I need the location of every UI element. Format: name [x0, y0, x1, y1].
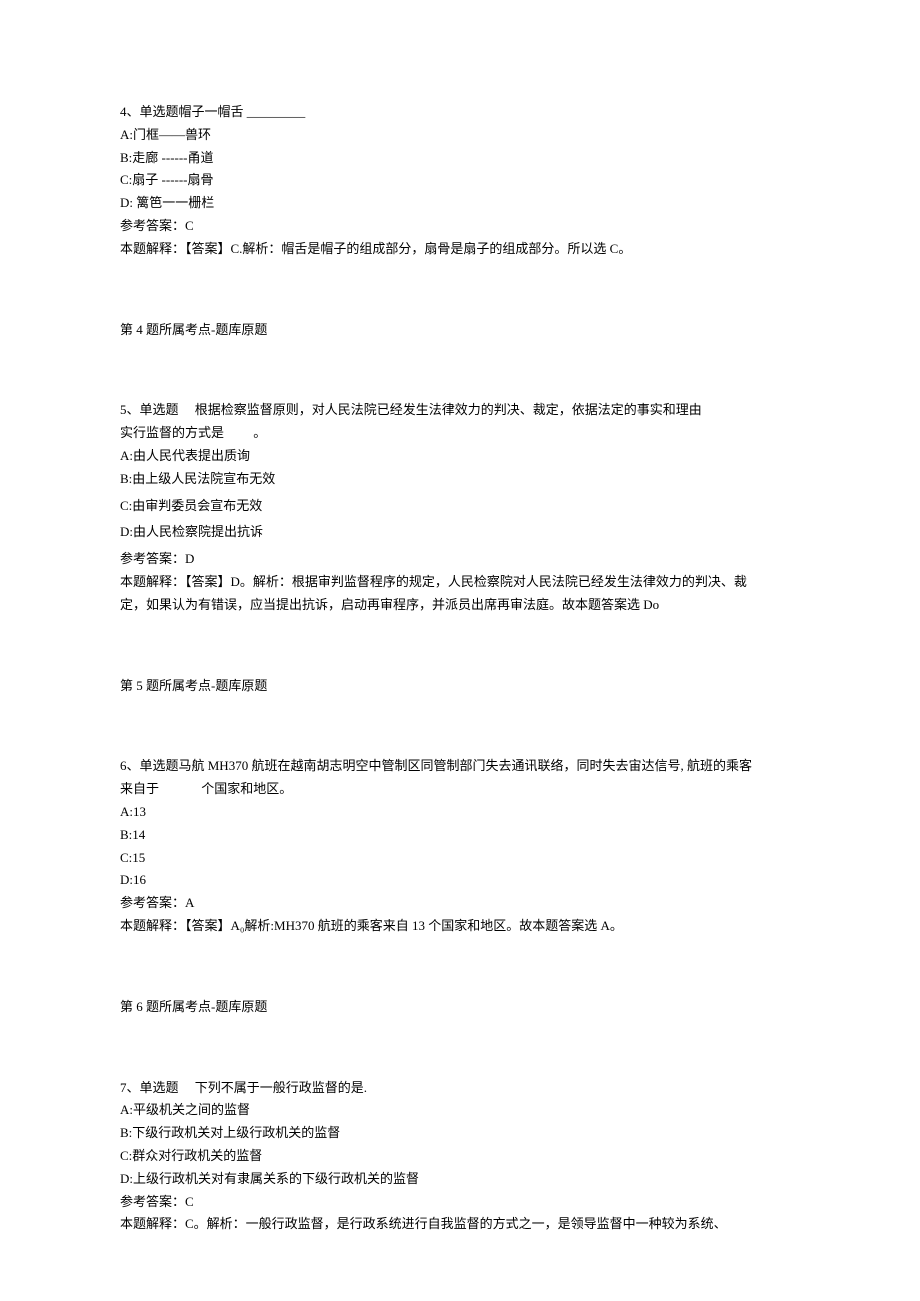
- q6-source-block: 第 6 题所属考点-题库原题: [120, 997, 800, 1018]
- q7-ref-answer: 参考答案：C: [120, 1192, 800, 1213]
- q4-explanation: 本题解释：【答案】C.解析：帽舌是帽子的组成部分，扇骨是扇子的组成部分。所以选 …: [120, 239, 800, 260]
- q6-option-a: A:13: [120, 802, 800, 823]
- q6-stem-line1: 6、单选题马航 MH370 航班在越南胡志明空中管制区同管制部门失去通讯联络，同…: [120, 756, 800, 777]
- q4-source: 第 4 题所属考点-题库原题: [120, 320, 800, 341]
- q7-explanation: 本题解释：C。解析：一般行政监督，是行政系统进行自我监督的方式之一，是领导监督中…: [120, 1214, 800, 1235]
- q5-source: 第 5 题所属考点-题库原题: [120, 676, 800, 697]
- q6-stem-line2: 来自于 个国家和地区。: [120, 779, 800, 800]
- q5-stem-line2: 实行监督的方式是 。: [120, 423, 800, 444]
- q5-option-b: B:由上级人民法院宣布无效: [120, 469, 800, 490]
- q4-source-block: 第 4 题所属考点-题库原题: [120, 320, 800, 341]
- q5-explanation-line1: 本题解释：【答案】D。解析：根据审判监督程序的规定，人民检察院对人民法院已经发生…: [120, 572, 800, 593]
- question-7: 7、单选题 下列不属于一般行政监督的是. A:平级机关之间的监督 B:下级行政机…: [120, 1078, 800, 1236]
- q4-option-d: D: 篱笆一一栅栏: [120, 193, 800, 214]
- q7-option-c: C:群众对行政机关的监督: [120, 1146, 800, 1167]
- q5-option-c: C:由审判委员会宣布无效: [120, 496, 800, 517]
- q4-ref-answer: 参考答案：C: [120, 216, 800, 237]
- q5-stem-line1: 5、单选题 根据检察监督原则，对人民法院已经发生法律效力的判决、裁定，依据法定的…: [120, 400, 800, 421]
- q7-option-b: B:下级行政机关对上级行政机关的监督: [120, 1123, 800, 1144]
- q6-option-b: B:14: [120, 825, 800, 846]
- q6-option-d: D:16: [120, 870, 800, 891]
- q5-option-a: A:由人民代表提出质询: [120, 446, 800, 467]
- q6-source: 第 6 题所属考点-题库原题: [120, 997, 800, 1018]
- question-6: 6、单选题马航 MH370 航班在越南胡志明空中管制区同管制部门失去通讯联络，同…: [120, 756, 800, 936]
- q6-ref-answer: 参考答案：A: [120, 893, 800, 914]
- q7-option-d: D:上级行政机关对有隶属关系的下级行政机关的监督: [120, 1169, 800, 1190]
- q5-source-block: 第 5 题所属考点-题库原题: [120, 676, 800, 697]
- q4-option-c: C:扇子 ------扇骨: [120, 170, 800, 191]
- q5-explanation-line2: 定，如果认为有错误，应当提出抗诉，启动再审程序，并派员出席再审法庭。故本题答案选…: [120, 595, 800, 616]
- q4-option-a: A:门框——兽环: [120, 125, 800, 146]
- q6-explanation: 本题解释：【答案】A₀解析:MH370 航班的乘客来自 13 个国家和地区。故本…: [120, 916, 800, 937]
- q6-option-c: C:15: [120, 848, 800, 869]
- q7-stem: 7、单选题 下列不属于一般行政监督的是.: [120, 1078, 800, 1099]
- q5-ref-answer: 参考答案：D: [120, 549, 800, 570]
- question-4: 4、单选题帽子一帽舌 _________ A:门框——兽环 B:走廊 -----…: [120, 102, 800, 260]
- q7-option-a: A:平级机关之间的监督: [120, 1100, 800, 1121]
- q4-option-b: B:走廊 ------甬道: [120, 148, 800, 169]
- q4-stem: 4、单选题帽子一帽舌 _________: [120, 102, 800, 123]
- question-5: 5、单选题 根据检察监督原则，对人民法院已经发生法律效力的判决、裁定，依据法定的…: [120, 400, 800, 615]
- q5-option-d: D:由人民检察院提出抗诉: [120, 522, 800, 543]
